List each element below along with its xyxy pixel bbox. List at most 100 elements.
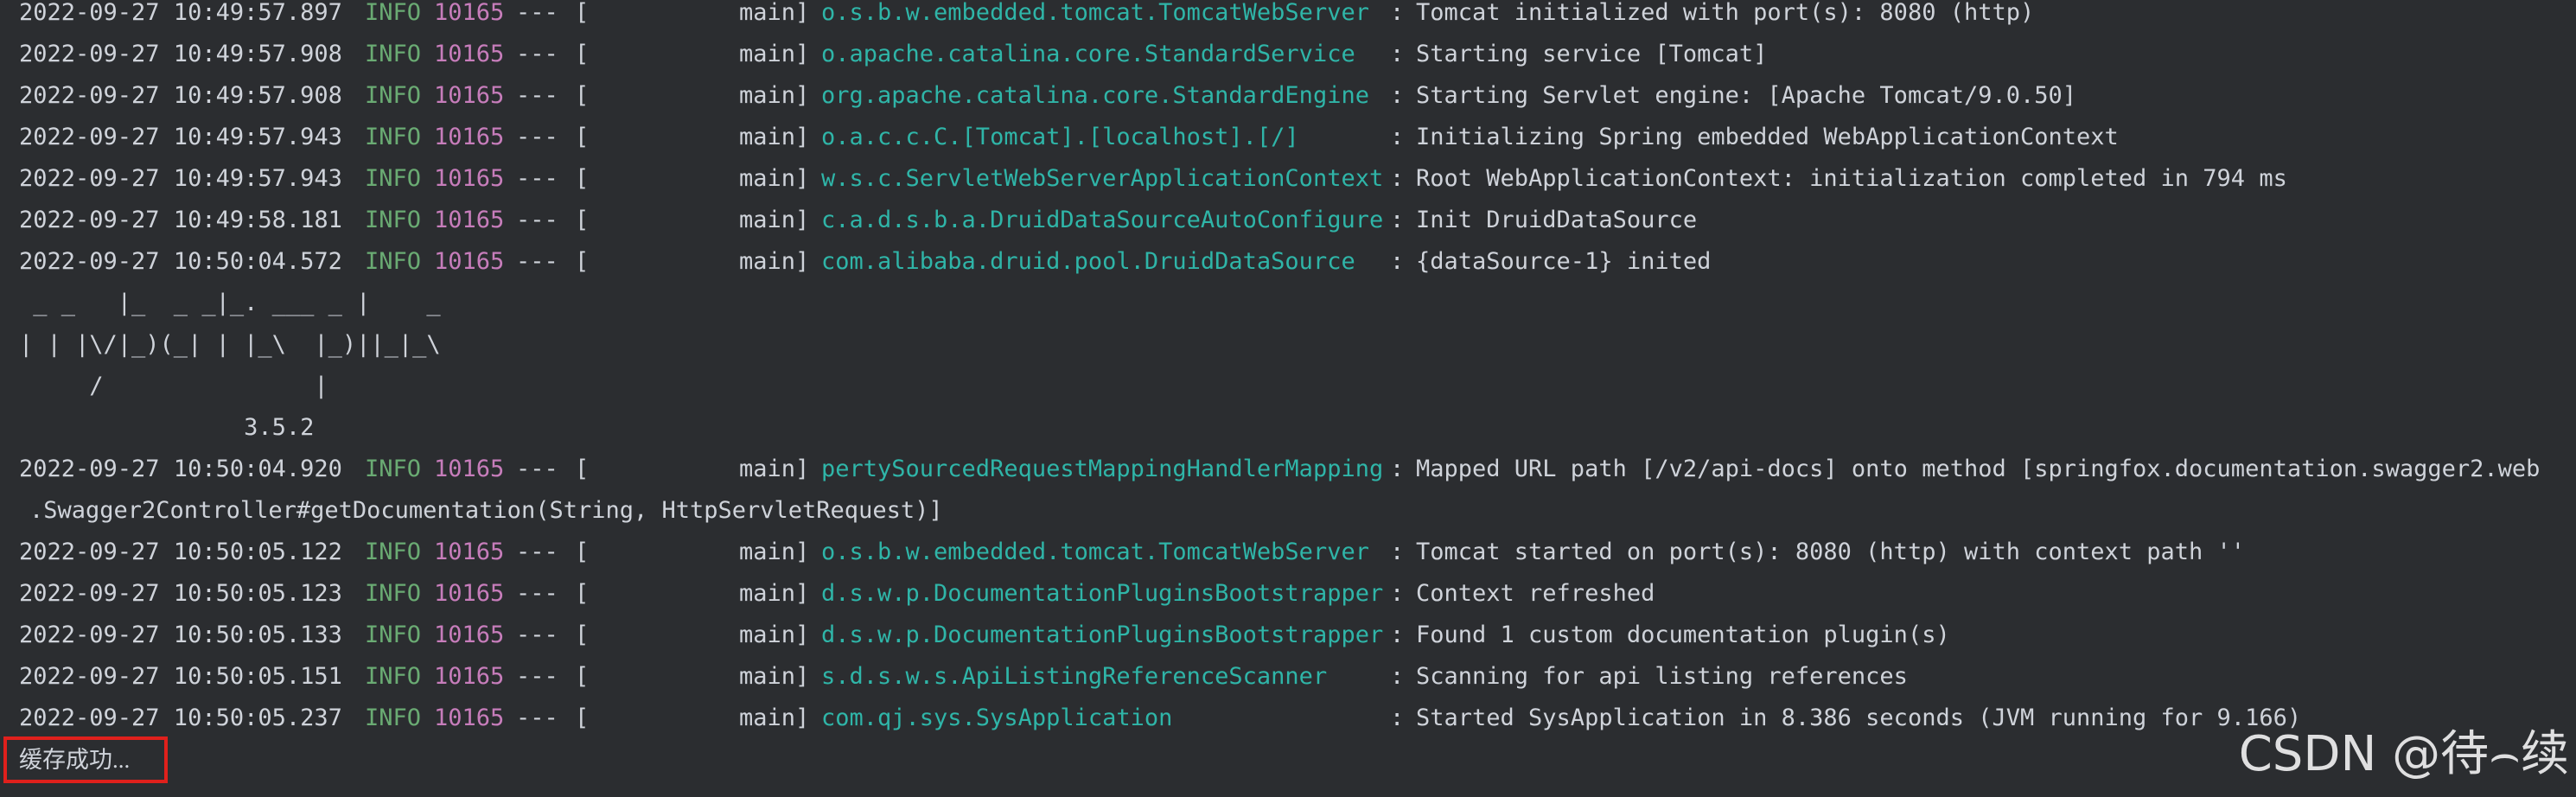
log-thread: main] [739, 0, 810, 26]
log-level: INFO [365, 539, 422, 565]
log-thread: main] [739, 539, 810, 565]
log-pid: 10165 [434, 663, 505, 690]
log-dashes: --- [516, 0, 558, 26]
log-separator: : [1390, 207, 1405, 233]
log-level: INFO [365, 248, 422, 275]
log-timestamp: 2022-09-27 10:50:04.572 [19, 248, 342, 275]
log-level: INFO [365, 165, 422, 192]
log-pid: 10165 [434, 124, 505, 150]
log-timestamp: 2022-09-27 10:50:04.920 [19, 456, 342, 482]
log-thread-open: [ [575, 622, 590, 648]
banner-version: 3.5.2 [19, 414, 315, 441]
log-thread-open: [ [575, 41, 590, 67]
log-message: Tomcat started on port(s): 8080 (http) w… [1416, 539, 2246, 565]
log-dashes: --- [516, 539, 558, 565]
log-logger: d.s.w.p.DocumentationPluginsBootstrapper [821, 580, 1384, 607]
log-thread: main] [739, 456, 810, 482]
cache-success-message: 缓存成功... [19, 747, 131, 773]
log-separator: : [1390, 456, 1405, 482]
log-thread: main] [739, 663, 810, 690]
log-logger: w.s.c.ServletWebServerApplicationContext [821, 165, 1384, 192]
log-separator: : [1390, 124, 1405, 150]
log-timestamp: 2022-09-27 10:49:57.943 [19, 124, 342, 150]
log-thread: main] [739, 41, 810, 67]
log-pid: 10165 [434, 207, 505, 233]
log-separator: : [1390, 0, 1405, 26]
log-separator: : [1390, 663, 1405, 690]
log-message: Init DruidDataSource [1416, 207, 1698, 233]
log-level: INFO [365, 0, 422, 26]
log-dashes: --- [516, 705, 558, 731]
log-pid: 10165 [434, 41, 505, 67]
log-level: INFO [365, 207, 422, 233]
log-thread-open: [ [575, 456, 590, 482]
log-logger: o.s.b.w.embedded.tomcat.TomcatWebServer [821, 0, 1369, 26]
banner-line: | | |\/|_)(_| | |_\ |_)||_|_\ [19, 331, 441, 358]
log-thread: main] [739, 207, 810, 233]
log-pid: 10165 [434, 165, 505, 192]
log-thread-open: [ [575, 580, 590, 607]
log-pid: 10165 [434, 0, 505, 26]
log-logger: com.alibaba.druid.pool.DruidDataSource [821, 248, 1355, 275]
log-thread-open: [ [575, 82, 590, 109]
log-dashes: --- [516, 41, 558, 67]
log-message: Found 1 custom documentation plugin(s) [1416, 622, 1950, 648]
log-pid: 10165 [434, 82, 505, 109]
log-thread: main] [739, 705, 810, 731]
log-separator: : [1390, 248, 1405, 275]
log-thread-open: [ [575, 165, 590, 192]
log-thread: main] [739, 124, 810, 150]
log-message: Root WebApplicationContext: initializati… [1416, 165, 2287, 192]
log-logger: s.d.s.w.s.ApiListingReferenceScanner [821, 663, 1328, 690]
log-separator: : [1390, 539, 1405, 565]
banner-line: _ _ |_ _ _|_. ___ _ | _ [19, 290, 441, 316]
log-separator: : [1390, 705, 1405, 731]
log-logger: o.apache.catalina.core.StandardService [821, 41, 1355, 67]
log-logger: pertySourcedRequestMappingHandlerMapping [821, 456, 1384, 482]
log-message: Starting service [Tomcat] [1416, 41, 1768, 67]
log-timestamp: 2022-09-27 10:50:05.151 [19, 663, 342, 690]
log-timestamp: 2022-09-27 10:49:57.908 [19, 82, 342, 109]
log-level: INFO [365, 456, 422, 482]
log-dashes: --- [516, 124, 558, 150]
log-dashes: --- [516, 207, 558, 233]
log-dashes: --- [516, 248, 558, 275]
log-level: INFO [365, 622, 422, 648]
log-dashes: --- [516, 456, 558, 482]
log-logger: o.s.b.w.embedded.tomcat.TomcatWebServer [821, 539, 1369, 565]
log-logger: c.a.d.s.b.a.DruidDataSourceAutoConfigure [821, 207, 1384, 233]
log-thread-open: [ [575, 0, 590, 26]
log-pid: 10165 [434, 580, 505, 607]
log-separator: : [1390, 82, 1405, 109]
log-message: Started SysApplication in 8.386 seconds … [1416, 705, 2302, 731]
log-message: Tomcat initialized with port(s): 8080 (h… [1416, 0, 2035, 26]
banner-line: / | [19, 373, 328, 399]
log-pid: 10165 [434, 622, 505, 648]
log-level: INFO [365, 82, 422, 109]
log-level: INFO [365, 124, 422, 150]
log-separator: : [1390, 41, 1405, 67]
log-dashes: --- [516, 165, 558, 192]
log-timestamp: 2022-09-27 10:49:57.908 [19, 41, 342, 67]
log-timestamp: 2022-09-27 10:50:05.122 [19, 539, 342, 565]
log-thread-open: [ [575, 539, 590, 565]
log-thread-open: [ [575, 248, 590, 275]
log-logger: o.a.c.c.C.[Tomcat].[localhost].[/] [821, 124, 1299, 150]
log-thread: main] [739, 82, 810, 109]
log-separator: : [1390, 580, 1405, 607]
log-message: Mapped URL path [/v2/api-docs] onto meth… [1416, 456, 2541, 482]
log-timestamp: 2022-09-27 10:49:57.897 [19, 0, 342, 26]
log-dashes: --- [516, 82, 558, 109]
log-thread: main] [739, 165, 810, 192]
console-output[interactable]: 2022-09-27 10:49:57.897 INFO 10165 --- [ main… [0, 0, 2576, 797]
log-thread-open: [ [575, 663, 590, 690]
log-separator: : [1390, 622, 1405, 648]
log-continuation: .Swagger2Controller#getDocumentation(Str… [29, 497, 943, 524]
log-message: Scanning for api listing references [1416, 663, 1908, 690]
csdn-watermark: CSDN @待⌢续 [2238, 726, 2569, 782]
log-message: {dataSource-1} inited [1416, 248, 1712, 275]
log-timestamp: 2022-09-27 10:50:05.123 [19, 580, 342, 607]
log-pid: 10165 [434, 456, 505, 482]
log-pid: 10165 [434, 705, 505, 731]
log-logger: d.s.w.p.DocumentationPluginsBootstrapper [821, 622, 1384, 648]
